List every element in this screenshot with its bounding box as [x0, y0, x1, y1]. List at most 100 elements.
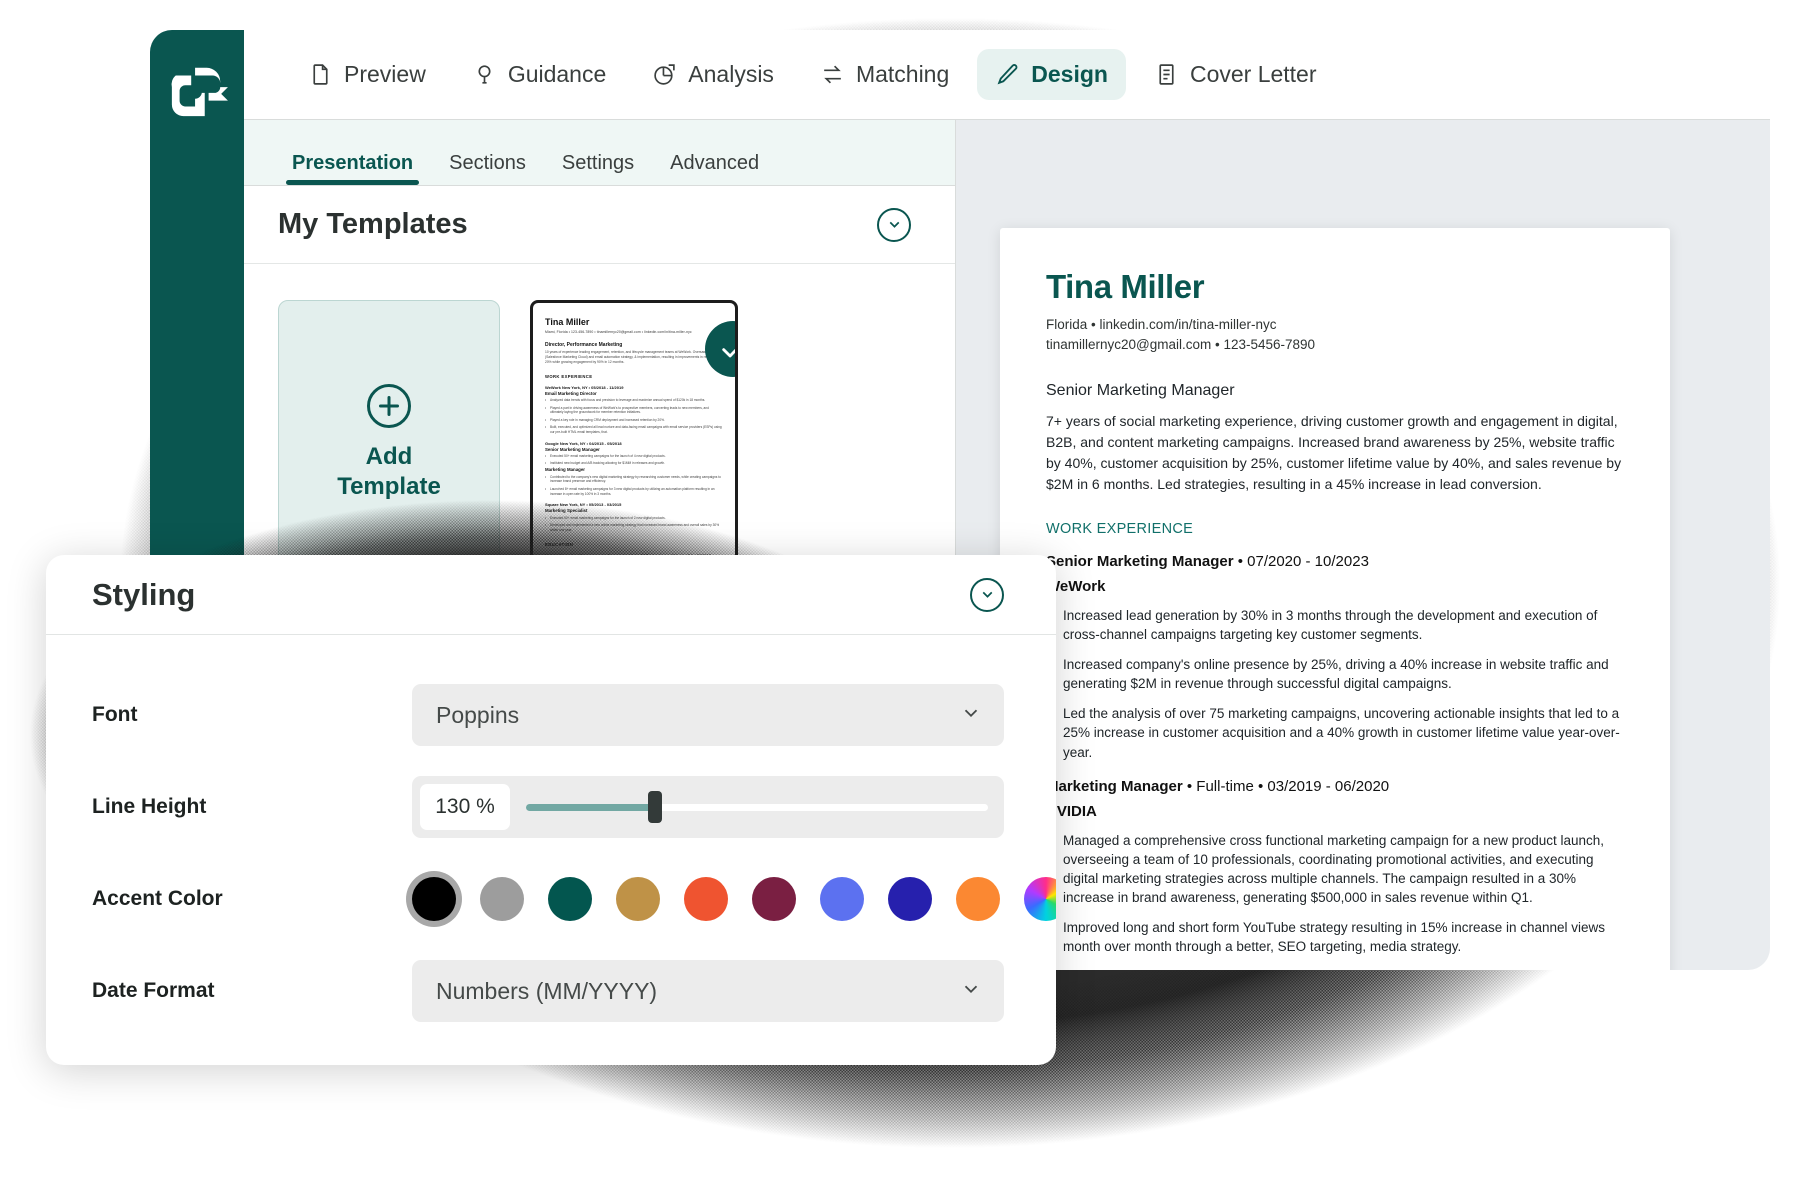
document-lines-icon	[1154, 62, 1179, 87]
resume-bullet: Increased lead generation by 30% in 3 mo…	[1046, 605, 1624, 644]
subtab-sections[interactable]: Sections	[435, 152, 540, 185]
thumb-section-work: WORK EXPERIENCE	[545, 373, 593, 379]
add-template-label-line2: Template	[337, 472, 441, 500]
color-swatch-black[interactable]	[412, 877, 456, 921]
resume-job-meta: • Full-time • 03/2019 - 06/2020	[1182, 777, 1390, 795]
color-swatch-gold[interactable]	[616, 877, 660, 921]
resume-job-meta: • 07/2020 - 10/2023	[1233, 552, 1369, 570]
subtab-advanced[interactable]: Advanced	[656, 152, 773, 185]
top-navigation: Preview Guidance Analysis Matching Desig…	[244, 30, 1770, 120]
thumb-entry-dates: New York, NY • 04/2015 - 05/2018	[559, 440, 622, 446]
pencil-icon	[995, 62, 1020, 87]
date-format-select-value: Numbers (MM/YYYY)	[436, 977, 658, 1004]
styling-panel-body: Font Poppins Line Height 130 % Accent Co…	[46, 635, 1056, 1037]
subtab-presentation[interactable]: Presentation	[278, 152, 427, 185]
nav-tab-analysis[interactable]: Analysis	[634, 49, 792, 100]
font-field: Poppins	[412, 684, 1004, 746]
file-icon	[308, 62, 333, 87]
styling-title: Styling	[92, 576, 196, 612]
thumb-bullet: Analyzed data trends with focus and prec…	[545, 398, 723, 403]
section-title: My Templates	[278, 208, 468, 240]
thumb-entry-company: WeWork	[545, 384, 561, 390]
line-height-slider-group: 130 %	[412, 776, 1004, 838]
accent-color-field	[412, 877, 1056, 921]
resume-job-bullets: Increased lead generation by 30% in 3 mo…	[1046, 605, 1624, 762]
nav-tab-label: Matching	[855, 61, 950, 87]
date-format-field: Numbers (MM/YYYY)	[412, 960, 1004, 1022]
lightbulb-icon	[472, 62, 497, 87]
thumb-bullet: Contributed to the company's new digital…	[545, 475, 723, 485]
color-swatch-custom-picker[interactable]	[1024, 877, 1056, 921]
resume-job-company: NVIDIA	[1046, 802, 1097, 820]
resume-job-heading: Senior Marketing Manager • 07/2020 - 10/…	[1046, 553, 1624, 570]
my-templates-header: My Templates	[244, 186, 955, 264]
form-row-line-height: Line Height 130 %	[92, 761, 1004, 853]
chevron-down-circle-icon[interactable]	[970, 577, 1004, 612]
thumb-bullet: Executed 50+ email marketing campaigns f…	[545, 454, 723, 459]
resume-bullet: Led the analysis of over 75 marketing ca…	[1046, 703, 1624, 761]
thumb-summary: 10 years of experience leading engagemen…	[545, 350, 721, 364]
resume-page: Tina Miller Florida • linkedin.com/in/ti…	[1000, 228, 1670, 970]
date-format-select[interactable]: Numbers (MM/YYYY)	[412, 960, 1004, 1022]
nav-tab-design[interactable]: Design	[977, 49, 1126, 100]
font-select-value: Poppins	[436, 701, 520, 728]
add-template-label: Add Template	[337, 442, 441, 501]
thumb-entry-dates: New York, NY • 05/2018 - 11/2019	[561, 384, 624, 390]
resume-contact-line2: tinamillernyc20@gmail.com • 123-5456-789…	[1046, 337, 1316, 353]
date-format-label: Date Format	[92, 979, 215, 1002]
resume-title: Senior Marketing Manager	[1046, 381, 1235, 399]
thumb-entry-role: Email Marketing Director	[545, 390, 597, 396]
screenshot-stage: Preview Guidance Analysis Matching Desig…	[0, 0, 1817, 1181]
nav-tab-cover-letter[interactable]: Cover Letter	[1136, 49, 1335, 100]
resume-job-role: Senior Marketing Manager	[1046, 552, 1234, 570]
thumb-entry-role: Marketing Manager	[545, 467, 586, 473]
nav-tab-label: Design	[1031, 61, 1108, 87]
line-height-slider[interactable]	[526, 791, 988, 823]
styling-panel: Styling Font Poppins Line Height 130 % A…	[46, 555, 1056, 1065]
color-swatch-grey[interactable]	[480, 877, 524, 921]
thumb-bullet: Played a key role in managing CRM deploy…	[545, 418, 723, 423]
thumb-name: Tina Miller	[545, 317, 590, 327]
resume-contact-line1: Florida • linkedin.com/in/tina-miller-ny…	[1046, 317, 1277, 332]
accent-color-label: Accent Color	[92, 887, 223, 910]
resume-bullet: Increased company's online presence by 2…	[1046, 654, 1624, 693]
thumb-bullet: Built, executed, and optimized all lead …	[545, 425, 723, 435]
nav-tab-label: Guidance	[507, 61, 607, 87]
nav-tab-preview[interactable]: Preview	[290, 49, 444, 100]
nav-tab-guidance[interactable]: Guidance	[454, 49, 624, 100]
resume-preview-pane[interactable]: Tina Miller Florida • linkedin.com/in/ti…	[956, 120, 1770, 970]
thumb-headline: Director, Performance Marketing	[545, 342, 623, 348]
color-swatch-maroon[interactable]	[752, 877, 796, 921]
resume-bullet: Managed a comprehensive cross functional…	[1046, 830, 1624, 908]
color-swatch-teal[interactable]	[548, 877, 592, 921]
chevron-down-icon	[960, 978, 982, 1005]
nav-tab-label: Preview	[344, 61, 426, 87]
thumb-entry-company: Google	[545, 440, 559, 446]
styling-panel-header: Styling	[46, 555, 1056, 635]
app-logo-icon[interactable]	[166, 62, 228, 120]
resume-job-company: WeWork	[1046, 577, 1106, 595]
thumb-bullet: Played a part in driving awareness of We…	[545, 406, 723, 416]
resume-contact: Florida • linkedin.com/in/tina-miller-ny…	[1046, 315, 1624, 356]
slider-knob[interactable]	[648, 791, 663, 823]
form-row-date-format: Date Format Numbers (MM/YYYY)	[92, 945, 1004, 1037]
color-swatch-indigo[interactable]	[888, 877, 932, 921]
resume-name: Tina Miller	[1046, 268, 1205, 305]
resume-bullet: Improved long and short form YouTube str…	[1046, 917, 1624, 956]
nav-tab-matching[interactable]: Matching	[802, 49, 967, 100]
subtab-settings[interactable]: Settings	[548, 152, 648, 185]
color-swatch-orange-red[interactable]	[684, 877, 728, 921]
thumb-bullet: Instituted new budget and A/B tracking a…	[545, 461, 723, 466]
font-select[interactable]: Poppins	[412, 684, 1004, 746]
resume-job-role: Marketing Manager	[1046, 777, 1183, 795]
thumb-contact: Miami, Florida • 123-456-7890 • tinamill…	[545, 330, 692, 334]
resume-summary: 7+ years of social marketing experience,…	[1046, 412, 1622, 493]
line-height-input[interactable]: 130 %	[420, 784, 510, 830]
color-swatch-orange[interactable]	[956, 877, 1000, 921]
compare-arrows-icon	[820, 62, 845, 87]
chevron-down-circle-icon[interactable]	[877, 207, 911, 242]
plus-circle-icon	[367, 384, 411, 429]
font-label: Font	[92, 703, 138, 726]
form-row-accent-color: Accent Color	[92, 853, 1056, 945]
color-swatch-periwinkle[interactable]	[820, 877, 864, 921]
